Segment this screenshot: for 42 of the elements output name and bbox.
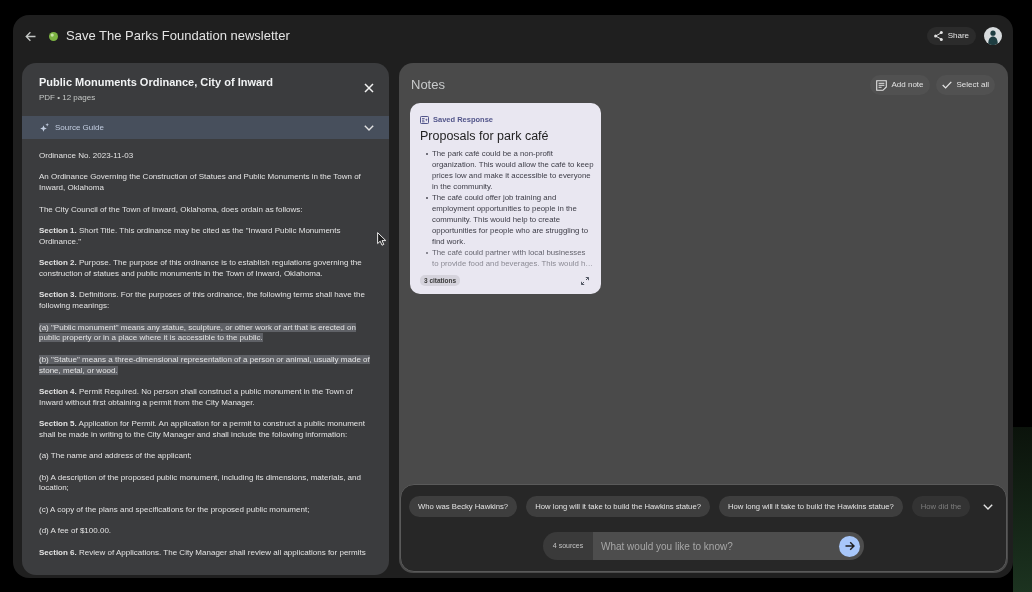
document-paragraph: Section 2. Purpose. The purpose of this ordinance is to establish regulations governing the construction of statues and public monuments in the Town of Inward, Oklahoma. — [39, 258, 363, 280]
select-all-button[interactable]: Select all — [935, 75, 995, 95]
document-paragraph: (c) A copy of the plans and specifications for the proposed public monument; — [39, 504, 311, 516]
mouse-pointer-icon — [377, 232, 387, 246]
notes-heading: Notes — [411, 76, 445, 95]
check-icon — [941, 81, 952, 89]
share-icon — [933, 31, 943, 41]
avatar-icon[interactable] — [984, 27, 1002, 45]
document-paragraph: An Ordinance Governing the Construction of Statues and Public Monuments in the Town of Inward, Oklahoma — [39, 172, 362, 194]
document-paragraph: Section 1. Short Title. This ordinance may be cited as the "Inward Public Monuments Ordinance." — [39, 225, 342, 248]
back-arrow-icon — [25, 30, 36, 42]
note-card[interactable] — [410, 103, 601, 294]
close-button[interactable] — [364, 83, 374, 93]
document-paragraph: (a) The name and address of the applicant; — [39, 451, 193, 463]
ball-icon — [49, 31, 58, 41]
note-icon — [875, 79, 887, 91]
sparkle-icon — [40, 123, 49, 132]
source-guide-button[interactable]: Source Guide — [22, 116, 389, 139]
document-paragraph: (b) A description of the proposed public monument, including its dimensions, materials, and location; — [39, 472, 362, 495]
close-icon — [364, 83, 374, 93]
document-paragraph: Section 3. Definitions. For the purposes of this ordinance, the following terms shall have the following meanings: — [39, 290, 366, 312]
document-icon — [420, 116, 429, 124]
document-paragraph: (b) "Statue" means a three-dimensional representation of a person or animal, usually made of stone, metal, or wood. — [39, 354, 371, 377]
notebook-title: Save The Parks Foundation newsletter — [66, 27, 290, 46]
document-paragraph: Section 5. Application for Permit. An application for a permit to construct a public monument shall be made in writing to the City Manager and shall include the following information: — [39, 419, 366, 441]
document-paragraph: Section 4. Permit Required. No person shall construct a public monument in the Town of Inward without first obtaining a permit from the City Manager. — [39, 386, 354, 409]
document-paragraph: (a) "Public monument" means any statue, sculpture, or other work of art that is erected on public property or in a place where it is accessible to the public. — [39, 322, 357, 345]
back-button[interactable] — [25, 30, 36, 42]
add-note-button[interactable]: Add note — [869, 75, 930, 95]
more-suggestions-button[interactable] — [983, 503, 993, 510]
expand-icon[interactable] — [581, 276, 589, 285]
chevron-down-icon — [983, 503, 993, 510]
source-title: Public Monuments Ordinance, City of Inward — [39, 75, 274, 90]
document-paragraph: (d) A fee of $100.00. — [39, 526, 113, 538]
document-paragraph: The City Council of the Town of Inward, Oklahoma, does ordain as follows: — [39, 204, 304, 216]
source-meta: PDF • 12 pages — [39, 92, 97, 103]
share-button[interactable]: Share — [926, 27, 976, 45]
note-title: Proposals for park café — [420, 129, 550, 144]
document-paragraph: Ordinance No. 2023-11-03 — [39, 151, 135, 162]
arrow-right-icon — [844, 541, 855, 551]
send-button[interactable] — [839, 535, 860, 557]
document-paragraph: Section 6. Review of Applications. The City Manager shall review all applications for permits — [39, 547, 367, 559]
